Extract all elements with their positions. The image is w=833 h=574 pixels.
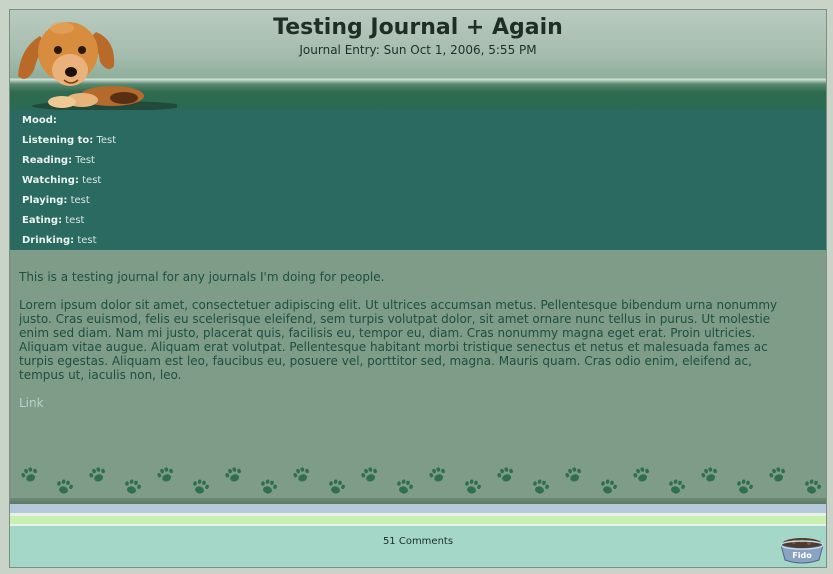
journal-body: This is a testing journal for any journa… [10,250,826,500]
info-label: Drinking: [22,235,75,246]
info-row-eating: Eating: test [22,215,84,226]
paw-print-icon [701,467,717,482]
info-row-listening: Listening to: Test [22,135,116,146]
paw-print-border [21,467,821,494]
paw-print-icon [57,479,73,494]
info-row-watching: Watching: test [22,175,101,186]
journal-title: Testing Journal + Again [273,15,563,40]
paw-print-icon [805,479,821,494]
puppy-illustration [18,22,177,111]
info-value: test [70,195,90,206]
journal-link[interactable]: Link [19,396,44,410]
journal-entry-date: Journal Entry: Sun Oct 1, 2006, 5:55 PM [299,43,537,57]
paw-print-icon [497,467,513,482]
text-line: tempus ut, iaculis non, leo. [19,368,182,382]
paw-print-icon [157,467,173,482]
paw-print-icon [633,467,649,482]
info-label: Reading: [22,155,73,166]
info-row-mood: Mood: [22,115,57,126]
info-label: Playing: [22,195,68,206]
journal-frame: Testing Journal + Again Journal Entry: S… [9,9,827,568]
text-line: Aliquam vitae augue. Aliquam erat volutp… [19,340,768,354]
text-line: Lorem ipsum dolor sit amet, consectetuer… [19,298,778,312]
footer-band-lime [10,516,826,524]
bowl-label: Fido [792,551,812,560]
info-value: test [82,175,102,186]
paw-print-icon [125,479,141,494]
info-row-reading: Reading: Test [22,155,95,166]
paw-print-icon [565,467,581,482]
info-row-drinking: Drinking: test [22,235,97,246]
paw-print-icon [21,467,37,482]
info-value: test [65,215,85,226]
info-value: Test [96,135,117,146]
journal-header: Testing Journal + Again Journal Entry: S… [10,10,826,111]
paw-print-icon [737,479,753,494]
journal-footer: 51 Comments Fido [10,526,826,567]
info-label: Eating: [22,215,63,226]
paw-print-icon [361,467,377,482]
mood-info-panel: Mood: Listening to: Test Reading: Test W… [10,110,826,250]
paw-print-icon [601,479,617,494]
paw-print-icon [293,467,309,482]
paw-print-icon [533,479,549,494]
info-label: Mood: [22,115,57,126]
text-line: turpis egestas. Aliquam est leo, faucibu… [19,354,752,368]
dog-bowl-icon: Fido [780,538,824,564]
paw-print-icon [669,479,685,494]
info-label: Watching: [22,175,79,186]
paw-print-icon [329,479,345,494]
paw-print-icon [397,479,413,494]
journal-intro: This is a testing journal for any journa… [19,270,385,284]
footer-band-blue [10,504,826,513]
paw-print-icon [225,467,241,482]
info-value: Test [75,155,95,166]
text-line: justo. Cras euismod, felis eu scelerisqu… [19,312,771,326]
journal-text: Lorem ipsum dolor sit amet, consectetuer… [19,298,819,382]
paw-print-icon [769,467,785,482]
paw-print-icon [429,467,445,482]
info-row-playing: Playing: test [22,195,90,206]
info-value: test [77,235,97,246]
paw-print-icon [193,479,209,494]
paw-print-icon [465,479,481,494]
info-label: Listening to: [22,135,94,146]
paw-print-icon [261,479,277,494]
text-line: enim sed diam. Nam mi justo, placerat qu… [19,326,756,340]
comments-link[interactable]: 51 Comments [10,536,826,547]
paw-print-icon [89,467,105,482]
